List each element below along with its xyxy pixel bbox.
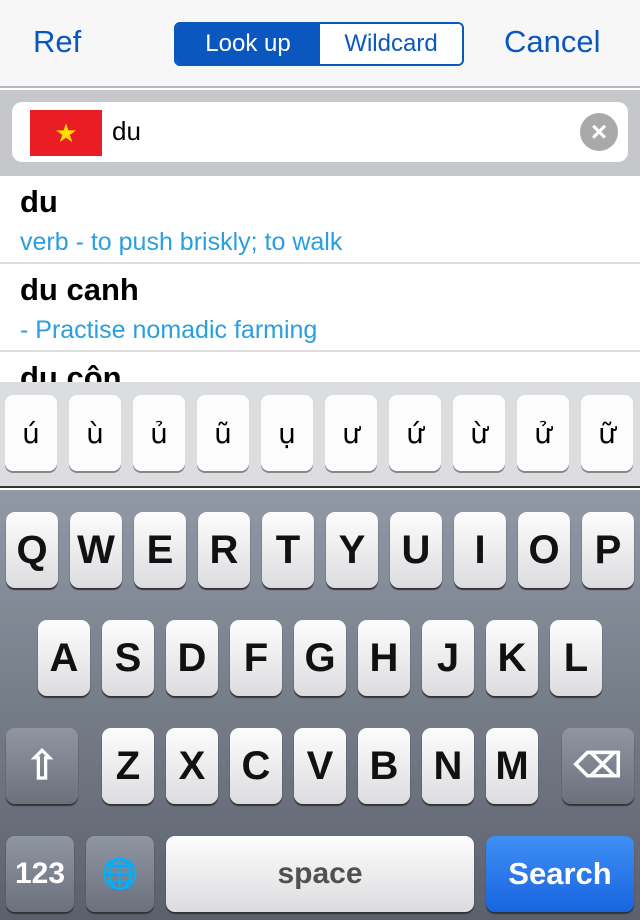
key-g[interactable]: G	[294, 620, 346, 696]
accent-key[interactable]: ụ	[261, 395, 313, 471]
ref-button[interactable]: Ref	[33, 24, 81, 60]
key-i[interactable]: I	[454, 512, 506, 588]
key-y[interactable]: Y	[326, 512, 378, 588]
globe-icon[interactable]: 🌐	[86, 836, 154, 912]
key-s[interactable]: S	[102, 620, 154, 696]
result-definition: - Practise nomadic farming	[20, 316, 318, 344]
key-n[interactable]: N	[422, 728, 474, 804]
accent-key-bar: úùủũụưứừửữ	[0, 382, 640, 488]
key-w[interactable]: W	[70, 512, 122, 588]
delete-icon[interactable]: ⌫	[562, 728, 634, 804]
clear-icon[interactable]: ×	[580, 113, 618, 151]
key-l[interactable]: L	[550, 620, 602, 696]
key-d[interactable]: D	[166, 620, 218, 696]
accent-key[interactable]: ù	[69, 395, 121, 471]
numbers-key[interactable]: 123	[6, 836, 74, 912]
tab-wildcard[interactable]: Wildcard	[320, 24, 462, 64]
list-item[interactable]: du canh - Practise nomadic farming	[0, 264, 640, 352]
vietnam-flag-icon[interactable]: ★	[30, 110, 102, 156]
accent-key[interactable]: ú	[5, 395, 57, 471]
shift-icon[interactable]: ⇧	[6, 728, 78, 804]
result-definition: verb - to push briskly; to walk	[20, 228, 343, 256]
key-q[interactable]: Q	[6, 512, 58, 588]
tab-look-up[interactable]: Look up	[176, 24, 320, 64]
accent-key[interactable]: ủ	[133, 395, 185, 471]
mode-segmented-control: Look up Wildcard	[174, 22, 464, 66]
search-button[interactable]: Search	[486, 836, 634, 912]
search-bar: ★ du ×	[0, 90, 640, 176]
key-p[interactable]: P	[582, 512, 634, 588]
result-word: du	[20, 184, 58, 219]
space-key[interactable]: space	[166, 836, 474, 912]
key-h[interactable]: H	[358, 620, 410, 696]
key-f[interactable]: F	[230, 620, 282, 696]
search-input[interactable]: ★ du ×	[12, 102, 628, 162]
key-r[interactable]: R	[198, 512, 250, 588]
key-c[interactable]: C	[230, 728, 282, 804]
key-v[interactable]: V	[294, 728, 346, 804]
keyboard: Q W E R T Y U I O P A S D F G H J K L Z X C V B N M ⇧ ⌫ 123 🌐 space Sea…	[0, 490, 640, 920]
key-b[interactable]: B	[358, 728, 410, 804]
accent-key[interactable]: ứ	[389, 395, 441, 471]
accent-key[interactable]: ừ	[453, 395, 505, 471]
key-j[interactable]: J	[422, 620, 474, 696]
list-item[interactable]: du verb - to push briskly; to walk	[0, 176, 640, 264]
accent-key[interactable]: ũ	[197, 395, 249, 471]
key-a[interactable]: A	[38, 620, 90, 696]
key-t[interactable]: T	[262, 512, 314, 588]
cancel-button[interactable]: Cancel	[504, 24, 601, 60]
key-x[interactable]: X	[166, 728, 218, 804]
result-word: du canh	[20, 272, 139, 307]
key-u[interactable]: U	[390, 512, 442, 588]
key-k[interactable]: K	[486, 620, 538, 696]
key-z[interactable]: Z	[102, 728, 154, 804]
key-o[interactable]: O	[518, 512, 570, 588]
accent-key[interactable]: ử	[517, 395, 569, 471]
key-m[interactable]: M	[486, 728, 538, 804]
search-query[interactable]: du	[112, 116, 141, 147]
nav-bar: Ref Look up Wildcard Cancel	[0, 0, 640, 88]
accent-key[interactable]: ữ	[581, 395, 633, 471]
accent-key[interactable]: ư	[325, 395, 377, 471]
key-e[interactable]: E	[134, 512, 186, 588]
